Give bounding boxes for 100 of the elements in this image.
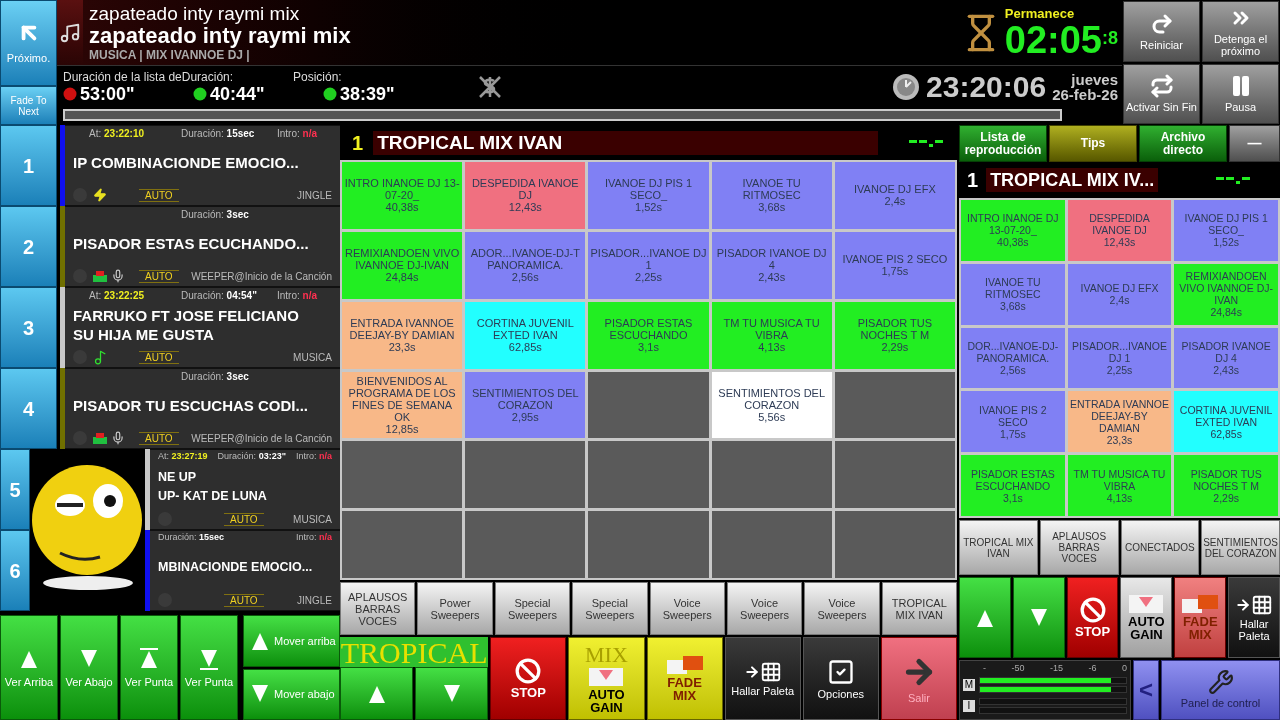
track-card[interactable]: Duración: 3sec PISADOR ESTAS ECUCHANDO... AUTO WEEPER@Inicio de la Canción: [65, 206, 340, 287]
scale-label: -50: [1011, 663, 1025, 674]
cart-slot[interactable]: PISADOR TUS NOCHES T M 2,29s: [1174, 455, 1278, 516]
down-arrow-icon: [199, 647, 219, 670]
cart-slot[interactable]: ENTRADA IVANNOE DEEJAY-BY DAMIAN 23,3s: [342, 301, 463, 369]
cart-slot[interactable]: IVANOE DJ EFX 2,4s: [1067, 263, 1172, 325]
track-title: IP COMBINACIONDE EMOCIO...: [73, 153, 300, 172]
page-button[interactable]: Voice Sweepers: [649, 582, 725, 635]
track-card[interactable]: At: 23:27:19 Duración: 03:23" Intro: n/a NE UP UP- KAT DE LUNA AUTO MUSICA: [150, 449, 340, 530]
stop-button[interactable]: STOP: [1066, 577, 1119, 658]
cart-slot[interactable]: IVANOE DJ PIS 1 SECO_ 1,52s: [1174, 200, 1278, 261]
page-button[interactable]: APLAUSOS BARRAS VOCES: [340, 582, 416, 635]
activity-icon: [1216, 175, 1252, 185]
palette-button[interactable]: Hallar Paleta: [1228, 577, 1280, 658]
fademix-button[interactable]: FADE MIX: [646, 637, 723, 720]
cart-slot[interactable]: IVANOE DJ PIS 1 SECO_ 1,52s: [588, 162, 709, 229]
microphone-icon: [111, 431, 125, 445]
cart-slot[interactable]: REMIXIANDOEN VIVO IVANNOE DJ-IVAN 24,84s: [1174, 263, 1278, 325]
cart-slot[interactable]: IVANOE PIS 2 SECO 1,75s: [961, 391, 1065, 453]
cart-slot[interactable]: CORTINA JUVENIL EXTED IVAN 62,85s: [1174, 391, 1278, 453]
track-meta: At: 23:22:10: [89, 127, 146, 141]
page-button[interactable]: TROPICAL MIX IVAN: [881, 582, 957, 635]
cart-slot[interactable]: SENTIMIENTOS DEL CORAZON 2,95s: [465, 371, 586, 439]
pause-button[interactable]: Pausa: [1202, 63, 1279, 124]
autogain-button[interactable]: AUTO GAIN: [1120, 577, 1173, 658]
cart-slot[interactable]: PISADOR ESTAS ESCUCHANDO 3,1s: [588, 301, 709, 369]
move-down-button[interactable]: [415, 667, 489, 720]
move-up-button[interactable]: [959, 577, 1011, 658]
stop-icon: [515, 658, 542, 684]
move-up-button[interactable]: [340, 667, 414, 720]
auto-badge: AUTO: [224, 593, 264, 607]
clock-icon: [892, 72, 921, 101]
remaining-time: 02:05$^{:8}$: [1004, 20, 1118, 59]
page-button[interactable]: TROPICAL MIX IVAN: [959, 520, 1038, 575]
page-button[interactable]: APLAUSOS BARRAS VOCES: [1039, 520, 1119, 575]
page-button[interactable]: CONECTADOS: [1120, 520, 1200, 575]
cart-slot[interactable]: IVANOE TU RITMOSEC 3,68s: [961, 263, 1065, 325]
panel-tab[interactable]: Archivo directo: [1139, 125, 1227, 162]
cart-slot[interactable]: DESPEDIDA IVANOE DJ 12,43s: [1067, 200, 1172, 261]
cart-slot[interactable]: IVANOE PIS 2 SECO 1,75s: [834, 231, 955, 299]
loop-button[interactable]: Activar Sin Fin: [1123, 63, 1200, 124]
clock-time: 23:20:06: [926, 71, 1047, 102]
page-button[interactable]: Special Sweepers: [494, 582, 571, 635]
cart-slot[interactable]: PISADOR IVANOE DJ 4 2,43s: [711, 231, 832, 299]
options-button[interactable]: Opciones: [802, 637, 879, 720]
restart-button[interactable]: Reiniciar: [1123, 1, 1200, 62]
track-card[interactable]: At: 23:22:25 Duración: 04:54" Intro: n/a FARRUKO FT JOSE FELICIANO SU HIJA ME GUSTA AUTO MUSICA: [65, 287, 340, 368]
cart-slot[interactable]: PISADOR...IVANOE DJ 1 2,25s: [588, 231, 709, 299]
cart-slot[interactable]: REMIXIANDOEN VIVO IVANNOE DJ-IVAN 24,84s: [342, 231, 463, 299]
cart-slot[interactable]: DESPEDIDA IVANOE DJ 12,43s: [465, 162, 586, 229]
cart-slot[interactable]: PISADOR ESTAS ESCUCHANDO 3,1s: [961, 455, 1065, 516]
auto-badge: AUTO: [139, 269, 179, 283]
empty-slot[interactable]: [834, 371, 955, 439]
cart-slot[interactable]: TM TU MUSICA TU VIBRA 4,13s: [1067, 455, 1172, 516]
cart-slot[interactable]: ENTRADA IVANNOE DEEJAY-BY DAMIAN 23,3s: [1067, 391, 1172, 453]
autogain-button[interactable]: MIX AUTO GAIN: [568, 637, 645, 720]
track-meta: Duración: 3sec: [181, 208, 250, 222]
track-title: PISADOR TU ESCUCHAS CODI...: [73, 396, 310, 415]
cart-slot[interactable]: BIENVENIDOS AL PROGRAMA DE LOS FINES DE SEMANA OK 12,85s: [342, 371, 463, 439]
empty-slot[interactable]: [588, 371, 709, 439]
panel-tab[interactable]: Tips: [1049, 125, 1137, 162]
palette-button[interactable]: Hallar Paleta: [724, 637, 801, 720]
duration-value: 38:39": [340, 83, 395, 104]
move-down-button[interactable]: [1012, 577, 1065, 658]
cart-slot[interactable]: CORTINA JUVENIL EXTED IVAN 62,85s: [465, 301, 586, 369]
cart-slot[interactable]: PISADOR IVANOE DJ 4 2,43s: [1174, 327, 1278, 389]
panel-tab[interactable]: Lista de reproducción: [959, 125, 1047, 162]
track-card[interactable]: Duración: 15sec Intro: n/a MBINACIONDE EMOCIO... AUTO JINGLE: [150, 530, 340, 611]
cart-slot[interactable]: PISADOR TUS NOCHES T M 2,29s: [834, 301, 955, 369]
page-number: 1: [352, 130, 364, 156]
stopnext-button[interactable]: Detenga el próximo: [1202, 1, 1279, 62]
track-meta: Duración: 04:54": [181, 289, 258, 303]
minimize-button[interactable]: —: [1229, 125, 1280, 162]
track-card[interactable]: Duración: 3sec PISADOR TU ESCUCHAS CODI... AUTO WEEPER@Inicio de la Canción: [65, 368, 340, 449]
next-button[interactable]: Próximo.: [0, 0, 57, 86]
cart-slot[interactable]: INTRO INANOE DJ 13-07-20_ 40,38s: [342, 162, 463, 229]
cart-slot[interactable]: INTRO INANOE DJ 13-07-20_ 40,38s: [961, 200, 1065, 261]
page-button[interactable]: Voice Sweepers: [804, 582, 880, 635]
empty-slot[interactable]: [834, 441, 955, 509]
track-meta: Intro: n/a: [277, 289, 319, 303]
cart-slot[interactable]: PISADOR...IVANOE DJ 1 2,25s: [1067, 327, 1172, 389]
caption-text: TROPICAL: [340, 637, 489, 667]
page-button[interactable]: Special Sweepers: [572, 582, 648, 635]
cart-slot[interactable]: IVANOE TU RITMOSEC 3,68s: [711, 162, 832, 229]
auto-badge: AUTO: [139, 431, 179, 445]
cart-slot[interactable]: IVANOE DJ EFX 2,4s: [834, 162, 955, 229]
cart-slot[interactable]: ADOR...IVANOE-DJ-T PANORAMICA. 2,56s: [465, 231, 586, 299]
page-button[interactable]: Voice Sweepers: [726, 582, 803, 635]
empty-slot[interactable]: [711, 441, 832, 509]
cart-slot[interactable]: TM TU MUSICA TU VIBRA 4,13s: [711, 301, 832, 369]
track-card[interactable]: At: 23:22:10 Duración: 15sec Intro: n/a IP COMBINACIONDE EMOCIO... AUTO JINGLE: [65, 125, 340, 206]
stop-button[interactable]: STOP: [490, 637, 567, 720]
track-category: MUSICA: [293, 350, 332, 365]
cart-slot[interactable]: SENTIMIENTOS DEL CORAZON 5,56s: [711, 371, 832, 439]
cart-slot[interactable]: DOR...IVANOE-DJ-PANORAMICA. 2,56s: [961, 327, 1065, 389]
empty-slot[interactable]: [465, 441, 586, 509]
page-button[interactable]: Power Sweepers: [417, 582, 493, 635]
page-button[interactable]: SENTIMIENTOS DEL CORAZON: [1201, 520, 1280, 575]
clock-day: jueves: [1071, 71, 1118, 87]
empty-slot[interactable]: [342, 441, 463, 509]
